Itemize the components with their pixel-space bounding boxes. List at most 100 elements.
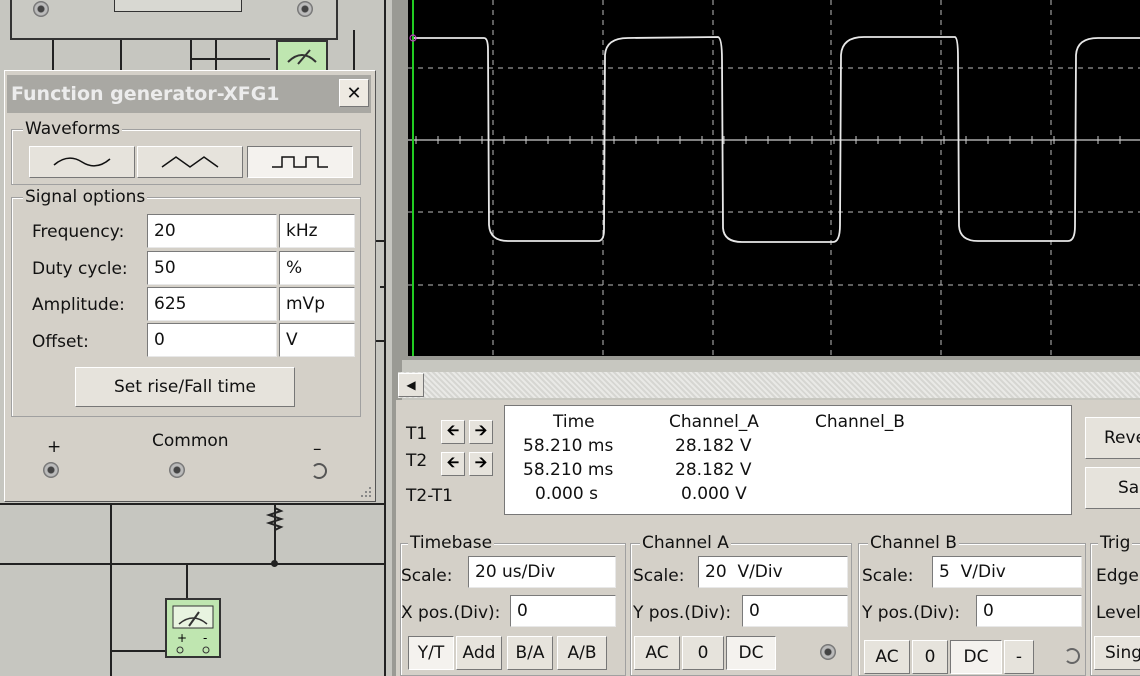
wire — [376, 340, 384, 342]
channel-b-title: Channel B — [868, 533, 959, 553]
resize-grip-icon[interactable] — [357, 483, 373, 499]
instrument-display-top — [114, 0, 242, 12]
channel-b-ypos-label: Y pos.(Div): — [862, 603, 961, 623]
offset-input[interactable]: 0 — [147, 323, 277, 357]
junction-dot — [271, 560, 278, 567]
scroll-left-icon: ◀ — [406, 378, 416, 392]
header-time: Time — [553, 412, 595, 432]
duty-cycle-unit: % — [279, 251, 355, 285]
channel-a-ac-button[interactable]: AC — [634, 636, 680, 670]
t1-right-button[interactable]: 🡪 — [469, 420, 493, 444]
wire — [376, 240, 384, 242]
t1-channel-a-value: 28.182 V — [675, 436, 752, 456]
square-wave-button[interactable] — [247, 146, 353, 178]
screen-scrollbar[interactable] — [398, 372, 1140, 398]
plus-terminal-icon[interactable] — [43, 462, 59, 478]
triangle-wave-icon — [161, 156, 219, 168]
duty-cycle-input[interactable]: 50 — [147, 251, 277, 285]
amplitude-label: Amplitude: — [32, 295, 125, 315]
yt-mode-button[interactable]: Y/T — [408, 636, 454, 670]
channel-b-ac-button[interactable]: AC — [864, 640, 910, 674]
terminal-icon — [297, 1, 313, 17]
offset-unit-select[interactable]: V — [279, 323, 355, 357]
trigger-level-label: Level — [1096, 603, 1140, 623]
close-icon: ✕ — [346, 82, 362, 104]
measurement-readout: Time Channel_A Channel_B 58.210 ms 28.18… — [504, 405, 1072, 515]
timebase-scale-label: Scale: — [401, 566, 453, 586]
trigger-edge-label: Edge — [1096, 566, 1139, 586]
scroll-left-button[interactable]: ◀ — [398, 373, 424, 397]
single-trigger-button[interactable]: Sing — [1094, 636, 1140, 670]
resistor-icon — [265, 505, 285, 533]
t2-t1-label: T2-T1 — [406, 486, 453, 506]
channel-b-terminal-icon[interactable] — [1064, 648, 1080, 664]
square-wave-icon — [272, 156, 328, 168]
t2-time-value: 58.210 ms — [523, 460, 614, 480]
common-terminal-label: Common — [152, 431, 229, 451]
wire — [215, 40, 217, 70]
channel-a-ypos-label: Y pos.(Div): — [633, 603, 732, 623]
add-mode-button[interactable]: Add — [456, 636, 502, 670]
channel-b-scale-input[interactable]: 5 V/Div — [932, 556, 1082, 588]
t2-channel-a-value: 28.182 V — [675, 460, 752, 480]
amplitude-unit-select[interactable]: mVp — [279, 287, 355, 321]
channel-a-dc-button[interactable]: DC — [726, 636, 776, 670]
channel-a-terminal-icon[interactable] — [820, 644, 836, 660]
channel-b-ypos-input[interactable]: 0 — [976, 595, 1082, 627]
channel-b-dc-button[interactable]: DC — [950, 640, 1002, 674]
oscilloscope-screen[interactable] — [400, 0, 1140, 360]
frequency-label: Frequency: — [32, 222, 125, 242]
t2-left-button[interactable]: 🡨 — [441, 452, 465, 476]
reverse-button[interactable]: Reve — [1085, 417, 1140, 459]
function-generator-window[interactable]: Function generator-XFG1 ✕ Waveforms Sign… — [4, 70, 376, 502]
arrow-right-icon: 🡪 — [474, 452, 488, 471]
terminal-icon — [33, 1, 49, 17]
triangle-wave-button[interactable] — [137, 146, 243, 178]
channel-a-title: Channel A — [640, 533, 731, 553]
meter-top-icon — [276, 40, 328, 74]
header-channel-b: Channel_B — [815, 412, 905, 432]
trigger-title: Trig — [1098, 533, 1133, 553]
duty-cycle-label: Duty cycle: — [32, 259, 128, 279]
close-button[interactable]: ✕ — [339, 79, 369, 107]
common-terminal-icon[interactable] — [169, 462, 185, 478]
x-position-label: X pos.(Div): — [401, 603, 501, 623]
wire — [186, 563, 188, 603]
wire — [0, 503, 384, 505]
wire — [190, 40, 192, 70]
offset-label: Offset: — [32, 332, 89, 352]
set-rise-fall-time-button[interactable]: Set rise/Fall time — [75, 367, 295, 407]
ab-mode-button[interactable]: A/B — [557, 636, 607, 670]
title-bar[interactable]: Function generator-XFG1 ✕ — [7, 75, 371, 113]
multimeter-icon[interactable]: + - — [165, 598, 221, 658]
t1-left-button[interactable]: 🡨 — [441, 420, 465, 444]
channel-a-scale-input[interactable]: 20 V/Div — [698, 556, 848, 588]
channel-a-zero-button[interactable]: 0 — [682, 636, 724, 670]
signal-options-label: Signal options — [23, 187, 148, 207]
save-button[interactable]: Sa — [1085, 467, 1140, 509]
t2-right-button[interactable]: 🡪 — [469, 452, 493, 476]
t1-label: T1 — [406, 424, 428, 444]
svg-text:+: + — [177, 631, 187, 645]
sine-wave-icon — [53, 157, 111, 167]
channel-b-zero-button[interactable]: 0 — [912, 640, 948, 674]
channel-b-invert-button[interactable]: - — [1004, 640, 1034, 674]
timebase-scale-input[interactable]: 20 us/Div — [468, 556, 616, 588]
wire — [0, 563, 384, 565]
arrow-left-icon: 🡨 — [446, 420, 460, 439]
ba-mode-button[interactable]: B/A — [507, 636, 553, 670]
plus-terminal-label: + — [47, 437, 62, 457]
x-position-input[interactable]: 0 — [510, 595, 616, 627]
sine-wave-button[interactable] — [29, 146, 135, 178]
header-channel-a: Channel_A — [669, 412, 759, 432]
frequency-unit-select[interactable]: kHz — [279, 214, 355, 248]
t2-label: T2 — [406, 451, 428, 471]
frequency-input[interactable]: 20 — [147, 214, 277, 248]
waveforms-label: Waveforms — [23, 119, 123, 139]
window-title: Function generator-XFG1 — [11, 83, 280, 105]
amplitude-input[interactable]: 625 — [147, 287, 277, 321]
timebase-title: Timebase — [408, 533, 495, 553]
minus-terminal-label: – — [313, 439, 322, 459]
minus-terminal-icon[interactable] — [311, 463, 327, 479]
channel-a-ypos-input[interactable]: 0 — [742, 595, 848, 627]
